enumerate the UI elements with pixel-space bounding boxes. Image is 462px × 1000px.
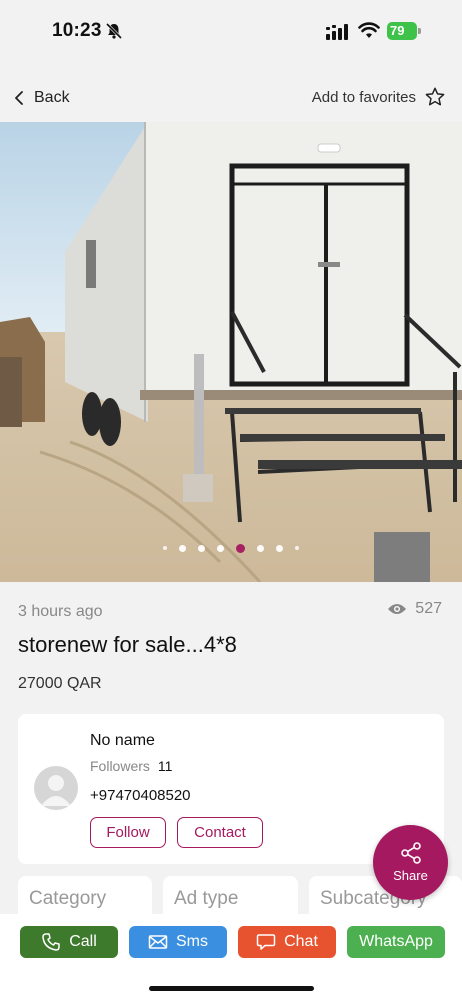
gallery-dot[interactable] xyxy=(257,544,264,552)
star-icon xyxy=(425,87,445,106)
gallery-dot[interactable] xyxy=(276,544,283,552)
gallery-dot-active[interactable] xyxy=(236,543,245,553)
ad-photo xyxy=(0,122,462,582)
gallery-dot[interactable] xyxy=(198,544,205,552)
posted-time: 3 hours ago xyxy=(18,603,103,620)
battery-level: 79 xyxy=(390,23,405,38)
phone-icon xyxy=(42,933,60,951)
gallery-dot[interactable] xyxy=(217,544,224,552)
ad-title: storenew for sale...4*8 xyxy=(18,632,237,657)
contact-button[interactable]: Contact xyxy=(177,817,263,848)
eye-icon xyxy=(388,604,407,614)
ad-photo-gallery[interactable] xyxy=(0,122,462,582)
status-time: 10:23 xyxy=(52,20,102,41)
whatsapp-button[interactable]: WhatsApp xyxy=(347,926,445,958)
category-label: Category xyxy=(29,888,107,909)
seller-name[interactable]: No name xyxy=(90,732,155,750)
seller-phone[interactable]: +97470408520 xyxy=(90,787,191,804)
call-button[interactable]: Call xyxy=(20,926,118,958)
chat-label: Chat xyxy=(284,933,318,950)
chevron-left-icon xyxy=(15,91,23,105)
ad-type-label: Ad type xyxy=(174,888,239,909)
bottom-action-bar: Call Sms Chat WhatsApp xyxy=(0,914,462,1000)
chat-bubble-icon xyxy=(256,934,276,950)
chat-button[interactable]: Chat xyxy=(238,926,336,958)
bell-muted-icon xyxy=(105,22,123,40)
favorites-label: Add to favorites xyxy=(311,88,416,106)
views-count: 527 xyxy=(415,600,442,617)
back-button[interactable]: Back xyxy=(14,86,70,110)
gallery-dot[interactable] xyxy=(295,546,299,550)
followers-label: Followers xyxy=(90,758,150,774)
view-count: 527 xyxy=(387,600,442,618)
back-label: Back xyxy=(34,89,70,106)
avatar-placeholder-icon xyxy=(41,775,71,806)
gallery-dot[interactable] xyxy=(179,544,186,552)
battery-indicator: 79 xyxy=(387,22,421,40)
gallery-dot[interactable] xyxy=(163,546,167,550)
sms-label: Sms xyxy=(176,933,208,950)
call-label: Call xyxy=(69,933,97,950)
share-button[interactable]: Share xyxy=(373,825,448,900)
add-to-favorites-button[interactable]: Add to favorites xyxy=(312,84,446,110)
follow-button[interactable]: Follow xyxy=(90,817,166,848)
wifi-icon xyxy=(358,22,380,38)
sms-button[interactable]: Sms xyxy=(129,926,227,958)
envelope-icon xyxy=(148,935,168,949)
ad-price: 27000 QAR xyxy=(18,675,102,692)
signal-icon xyxy=(326,24,348,40)
share-label: Share xyxy=(393,868,428,883)
status-bar: 10:23 79 xyxy=(0,0,462,62)
avatar[interactable] xyxy=(34,766,78,810)
followers-count: 11 xyxy=(157,758,173,774)
gallery-pagination xyxy=(0,540,462,556)
whatsapp-label: WhatsApp xyxy=(359,933,433,950)
share-icon xyxy=(400,842,421,864)
nav-bar: Back Add to favorites xyxy=(0,62,462,122)
home-indicator xyxy=(149,986,314,991)
followers-info: Followers 11 xyxy=(90,758,172,774)
